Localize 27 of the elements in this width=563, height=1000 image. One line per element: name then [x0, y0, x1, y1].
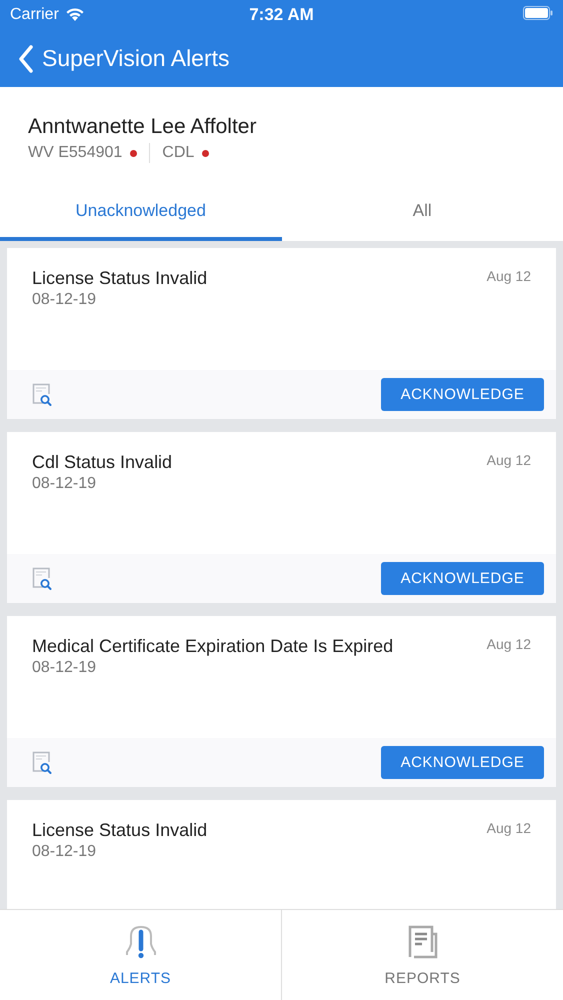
received-date: Aug 12 [486, 820, 531, 838]
acknowledge-button[interactable]: ACKNOWLEDGE [381, 746, 544, 779]
acknowledge-button[interactable]: ACKNOWLEDGE [381, 378, 544, 411]
alert-title: License Status Invalid [32, 820, 208, 841]
alert-date: 08-12-19 [32, 659, 98, 677]
acknowledge-button[interactable]: ACKNOWLEDGE [381, 562, 544, 595]
credential-label: CDL [162, 144, 194, 162]
alert-title: License Status Invalid [32, 268, 208, 289]
alert-date: 08-12-19 [32, 291, 98, 309]
alert-title: Medical Certificate Expiration Date Is Expired [32, 636, 394, 657]
document-search-icon[interactable] [32, 750, 52, 774]
back-icon[interactable] [18, 44, 34, 72]
wifi-icon [64, 8, 85, 22]
received-date: Aug 12 [486, 268, 531, 286]
carrier-label: Carrier [10, 6, 59, 24]
alert-title: Cdl Status Invalid [32, 452, 172, 473]
battery-icon [523, 6, 553, 20]
received-date: Aug 12 [486, 636, 531, 654]
clock-time: 7:32 AM [249, 5, 314, 25]
credential-label: WV E554901 [28, 144, 122, 162]
alert-date: 08-12-19 [32, 843, 98, 861]
document-search-icon[interactable] [32, 566, 52, 590]
received-date: Aug 12 [486, 452, 531, 470]
screen-title: SuperVision Alerts [42, 45, 230, 72]
alert-date: 08-12-19 [32, 475, 98, 493]
driver-name: Anntwanette Lee Affolter [28, 115, 258, 139]
document-search-icon[interactable] [32, 382, 52, 406]
